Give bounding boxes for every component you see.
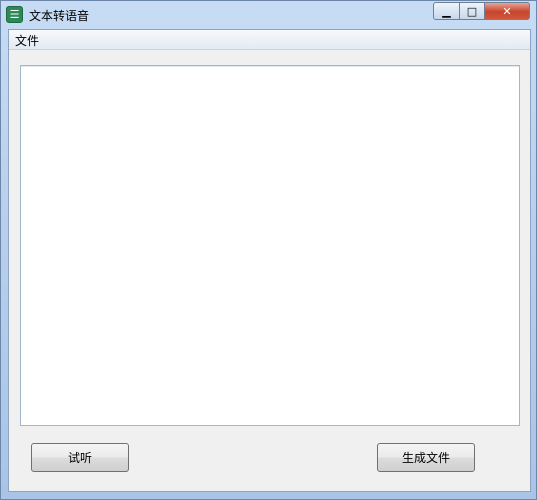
client-area: 文件 试听 生成文件 <box>8 29 531 492</box>
main-window: ☰ 文本转语音 ▁ □ ✕ 文件 试听 生成文件 <box>0 0 537 500</box>
close-icon: ✕ <box>502 4 512 18</box>
maximize-icon: □ <box>466 4 478 18</box>
minimize-icon: ▁ <box>442 4 451 18</box>
generate-file-button-label: 生成文件 <box>401 451 450 465</box>
window-title: 文本转语音 <box>29 9 90 23</box>
menu-file[interactable]: 文件 <box>13 32 41 49</box>
menu-bar: 文件 <box>9 30 530 50</box>
app-logo-icon: ☰ <box>6 6 23 23</box>
maximize-button[interactable]: □ <box>459 2 485 20</box>
listen-button-label: 试听 <box>67 451 92 465</box>
close-button[interactable]: ✕ <box>484 2 530 20</box>
minimize-button[interactable]: ▁ <box>433 2 460 20</box>
title-bar[interactable]: ☰ 文本转语音 ▁ □ ✕ <box>1 1 536 29</box>
text-input-area[interactable] <box>20 65 520 426</box>
listen-button[interactable]: 试听 <box>31 443 129 472</box>
generate-file-button[interactable]: 生成文件 <box>377 443 475 472</box>
